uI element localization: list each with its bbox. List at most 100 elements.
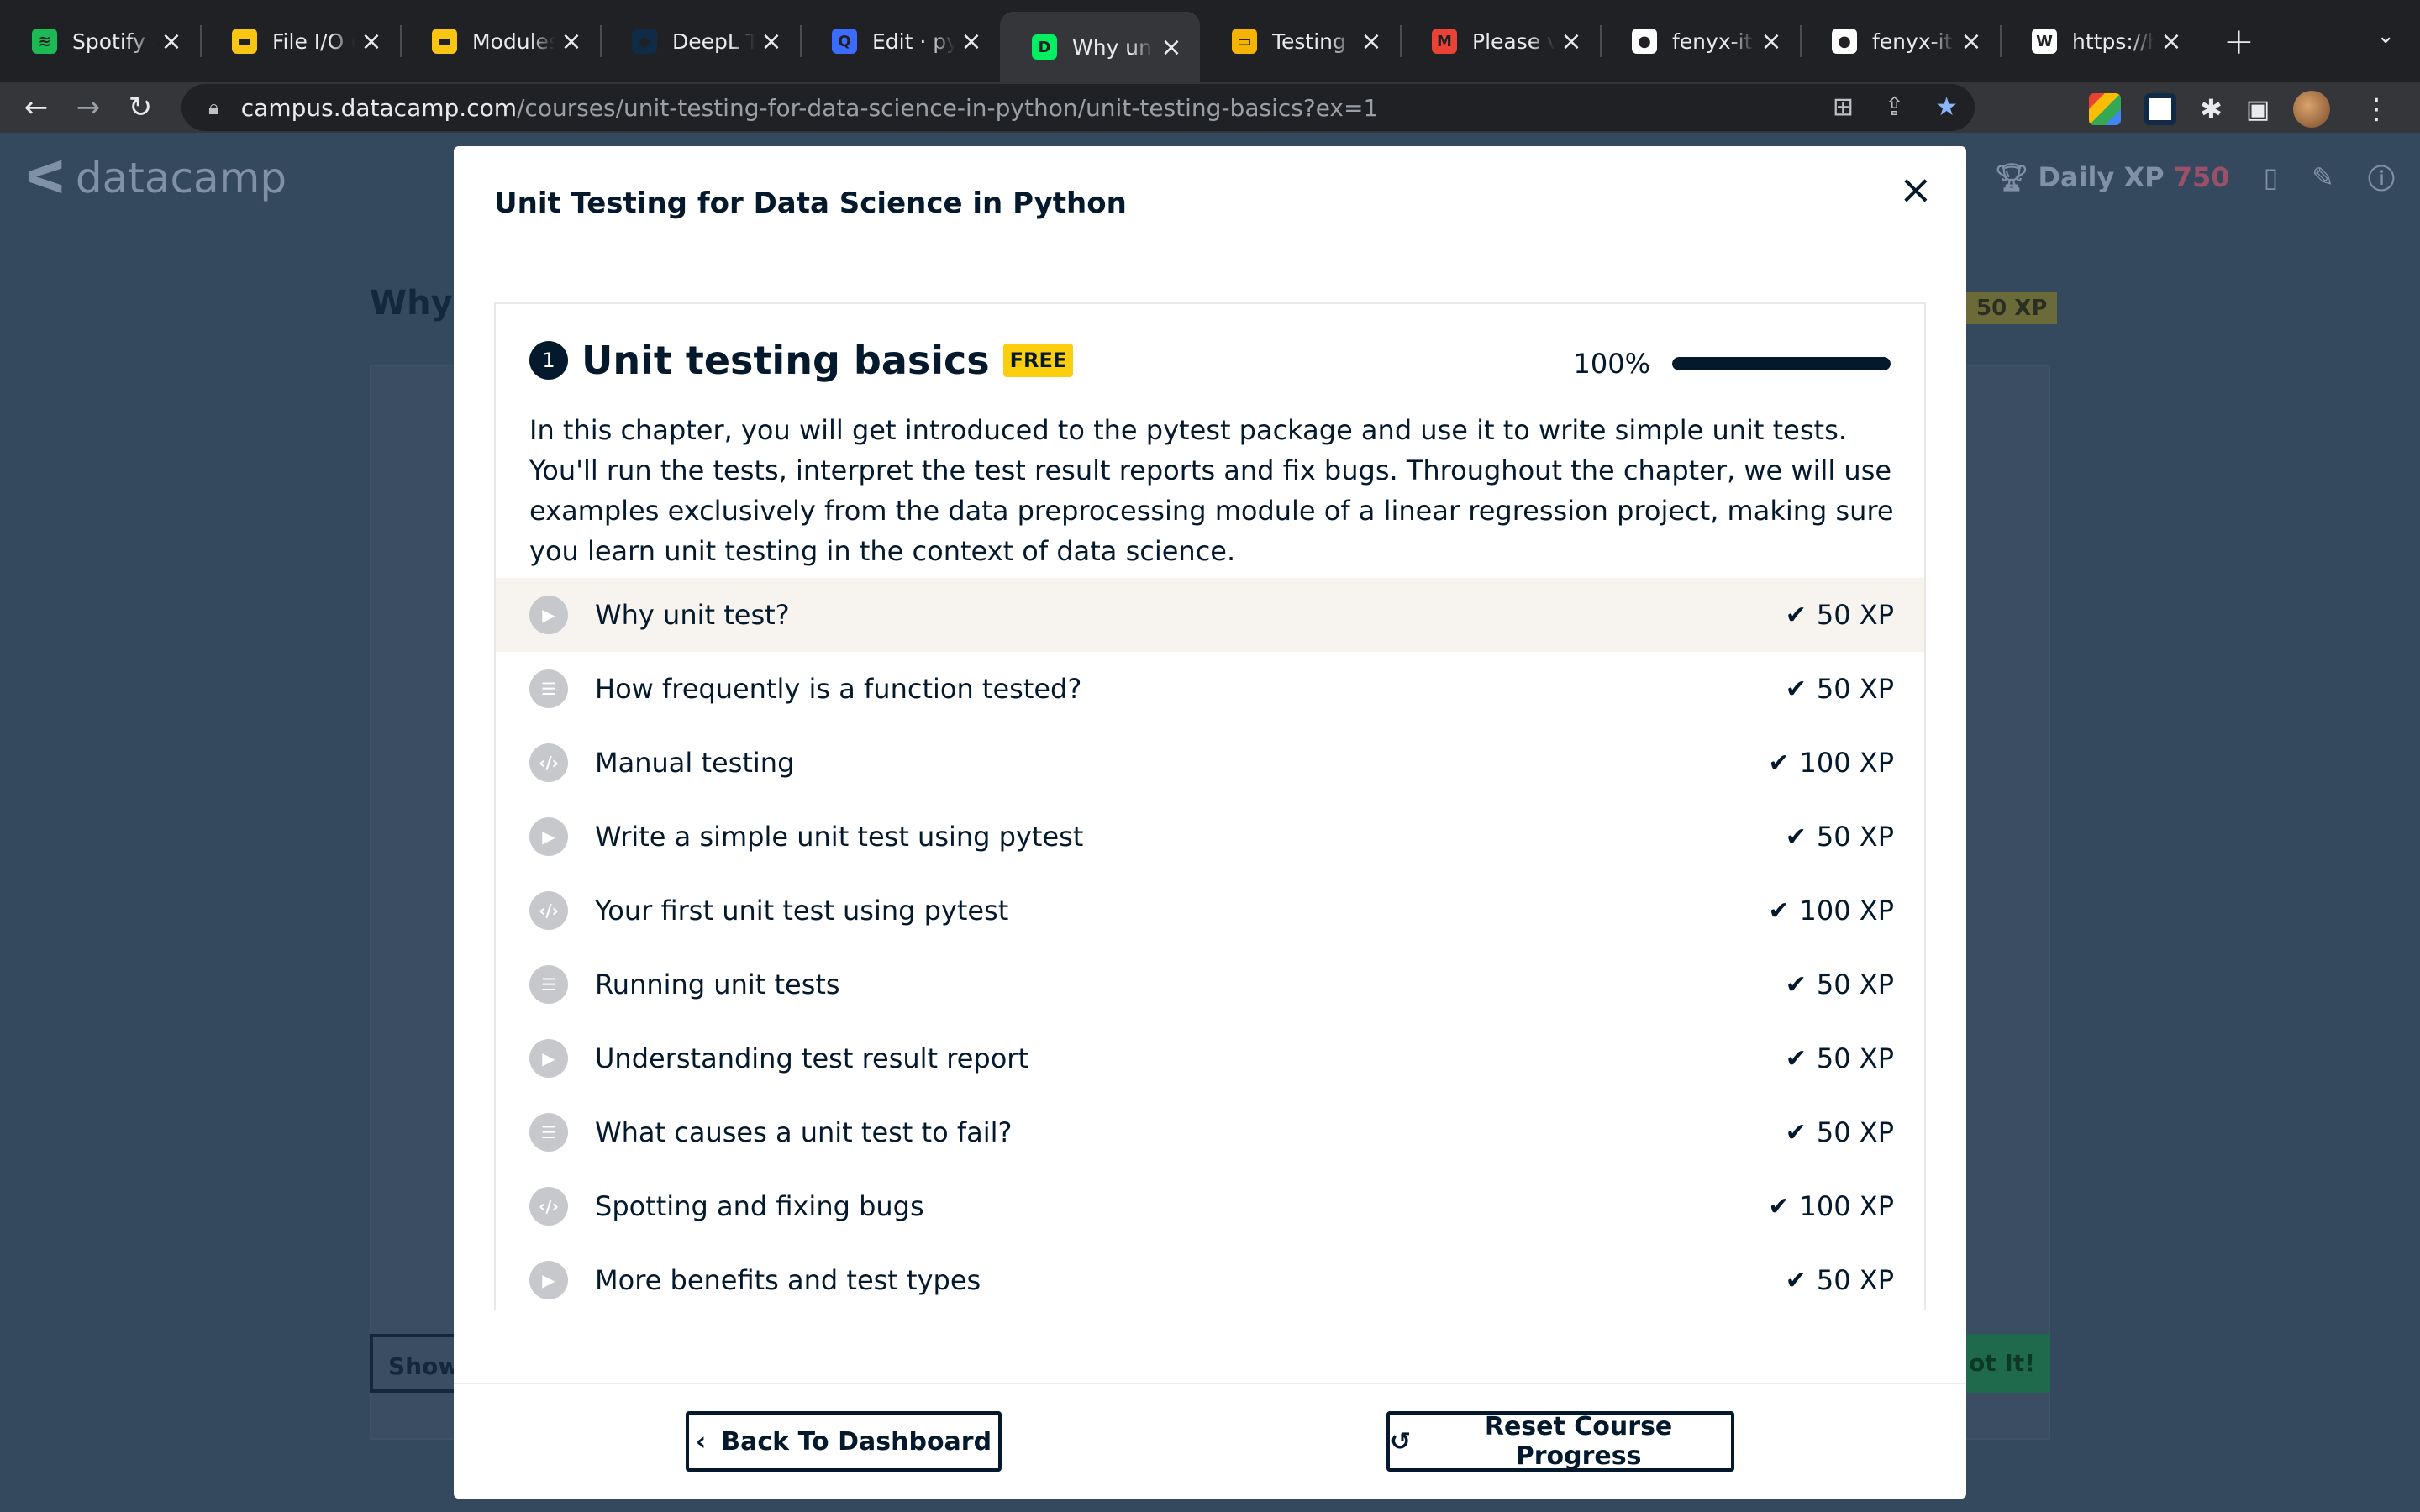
checkmark-icon: ✔ <box>1785 822 1807 852</box>
notes-icon[interactable]: ✎ <box>2312 161 2334 193</box>
progress-bar <box>1672 357 1891 370</box>
exercise-xp: ✔ 50 XP <box>1786 1042 1894 1074</box>
tab-close-icon[interactable]: × <box>1555 27 1588 56</box>
exercise-xp: ✔ 50 XP <box>1786 673 1894 705</box>
exercise-row[interactable]: ‹/› Manual testing ✔ 100 XP <box>496 726 1924 800</box>
code-icon: ‹/› <box>529 743 568 782</box>
exercise-title: Write a simple unit test using pytest <box>595 821 1084 853</box>
checkmark-icon: ✔ <box>1768 748 1790 778</box>
exercise-xp-value: 50 XP <box>1816 821 1894 853</box>
tab-close-icon[interactable]: × <box>1155 33 1188 62</box>
tab-favicon-icon: D <box>1032 34 1057 60</box>
address-bar[interactable]: 🔒︎ campus.datacamp.com/courses/unit-test… <box>182 84 1975 131</box>
checkmark-icon: ✔ <box>1785 600 1807 630</box>
exercise-title: How frequently is a function tested? <box>595 673 1082 705</box>
tab-favicon-icon: ≋ <box>32 29 57 54</box>
browser-tab[interactable]: D Why unit× <box>1000 12 1200 82</box>
browser-tab[interactable]: ● fenyx-it-a× <box>1800 0 2000 82</box>
exercise-row[interactable]: ‹/› Your first unit test using pytest ✔ 100… <box>496 874 1924 948</box>
profile-avatar[interactable] <box>2293 91 2331 128</box>
tab-title: fenyx-it-a <box>1872 29 1954 54</box>
tab-close-icon[interactable]: × <box>755 27 788 56</box>
deepl-extension-icon[interactable] <box>2144 93 2176 125</box>
browser-tab-strip: ≋Spotify – ×▬File I/O (In×▬Modules &×◆De… <box>0 0 2420 82</box>
back-arrow-icon[interactable]: ← <box>10 91 62 124</box>
tab-close-icon[interactable]: × <box>155 27 188 56</box>
browser-tab[interactable]: ◆ DeepL Tra× <box>600 0 800 82</box>
browser-tab[interactable]: Q Edit · pyth× <box>800 0 1000 82</box>
tab-close-icon[interactable]: × <box>1954 27 1988 56</box>
browser-tab[interactable]: ● fenyx-it-a× <box>1600 0 1800 82</box>
exercise-title: Understanding test result report <box>595 1042 1028 1074</box>
reload-icon[interactable]: ↻ <box>114 91 166 124</box>
browser-tab[interactable]: ▬ File I/O (In× <box>200 0 400 82</box>
chapter-title: Unit testing basics <box>581 338 990 383</box>
chrome-menu-icon[interactable]: ⋮ <box>2362 92 2391 126</box>
exercise-xp-value: 50 XP <box>1816 1264 1894 1296</box>
tab-title: Why unit <box>1072 34 1155 60</box>
tab-favicon-icon: ▭ <box>1232 29 1257 54</box>
header-actions: 🏆︎ Daily XP 750 ▯ ✎ ⓘ <box>1995 158 2395 197</box>
video-icon: ▶ <box>529 817 568 856</box>
checkmark-icon: ✔ <box>1785 1043 1807 1074</box>
exercise-xp-value: 50 XP <box>1816 673 1894 705</box>
video-icon: ▶ <box>529 596 568 634</box>
forward-arrow-icon[interactable]: → <box>62 91 114 124</box>
video-icon: ▶ <box>529 1039 568 1078</box>
exercise-row[interactable]: ▶ More benefits and test types ✔ 50 XP <box>496 1243 1924 1310</box>
browser-tab[interactable]: ≋ Spotify – × <box>0 0 200 82</box>
exercise-row[interactable]: ☰ What causes a unit test to fail? ✔ 50 XP <box>496 1095 1924 1169</box>
extensions-puzzle-icon[interactable]: ✱ <box>2200 93 2223 125</box>
tab-close-icon[interactable]: × <box>2154 27 2188 56</box>
tab-search-chevron-icon[interactable]: ⌄ <box>2376 24 2395 49</box>
tab-title: Please ve <box>1472 29 1555 54</box>
info-icon[interactable]: ⓘ <box>2368 158 2395 197</box>
exercise-row[interactable]: ‹/› Spotting and fixing bugs ✔ 100 XP <box>496 1169 1924 1243</box>
exercise-list: ▶ Why unit test? ✔ 50 XP ☰ How frequently is … <box>496 578 1924 1310</box>
back-to-dashboard-button[interactable]: ‹ Back To Dashboard <box>686 1411 1002 1472</box>
exercise-row[interactable]: ☰ Running unit tests ✔ 50 XP <box>496 948 1924 1021</box>
exercise-title: Your first unit test using pytest <box>595 895 1009 927</box>
code-icon: ‹/› <box>529 891 568 930</box>
browser-tab[interactable]: Whttps://ha× <box>2000 0 2200 82</box>
exercise-xp: ✔ 100 XP <box>1768 895 1894 927</box>
side-panel-icon[interactable]: ▣ <box>2246 95 2270 124</box>
reset-course-progress-button[interactable]: ↺ Reset Course Progress <box>1386 1411 1734 1472</box>
bookmark-star-icon[interactable]: ★ <box>1935 92 1958 122</box>
tab-close-icon[interactable]: × <box>1355 27 1388 56</box>
url-path: /courses/unit-testing-for-data-science-i… <box>517 93 1379 122</box>
exercise-row[interactable]: ▶ Why unit test? ✔ 50 XP <box>496 578 1924 652</box>
multiple-choice-icon: ☰ <box>529 965 568 1004</box>
tab-close-icon[interactable]: × <box>555 27 588 56</box>
slides-icon[interactable]: ▯ <box>2264 161 2279 193</box>
tab-close-icon[interactable]: × <box>355 27 388 56</box>
exercise-title: More benefits and test types <box>595 1264 981 1296</box>
translate-icon[interactable]: ⊞ <box>1833 92 1854 122</box>
checkmark-icon: ✔ <box>1768 895 1790 926</box>
exercise-row[interactable]: ▶ Write a simple unit test using pytest ✔ 5… <box>496 800 1924 874</box>
share-icon[interactable]: ⇪ <box>1884 92 1905 122</box>
checkmark-icon: ✔ <box>1768 1191 1790 1221</box>
tab-close-icon[interactable]: × <box>955 27 988 56</box>
exercise-xp-value: 100 XP <box>1799 895 1894 927</box>
exercise-xp: ✔ 50 XP <box>1786 1264 1894 1296</box>
browser-tab[interactable]: M Please ve× <box>1400 0 1600 82</box>
browser-tab[interactable]: ▭ Testing - × <box>1200 0 1400 82</box>
tab-close-icon[interactable]: × <box>1754 27 1788 56</box>
code-icon: ‹/› <box>529 1187 568 1226</box>
datacamp-logo[interactable]: ᐸ datacamp <box>25 151 287 204</box>
close-icon[interactable]: × <box>1899 170 1933 210</box>
checkmark-icon: ✔ <box>1785 969 1807 1000</box>
lock-icon[interactable]: 🔒︎ <box>208 96 219 119</box>
trophy-icon: 🏆︎ <box>1994 161 2029 193</box>
exercise-row[interactable]: ☰ How frequently is a function tested? ✔ 50… <box>496 652 1924 726</box>
multiple-choice-icon: ☰ <box>529 1113 568 1152</box>
datacamp-logo-icon: ᐸ <box>25 151 66 204</box>
extension-icon[interactable] <box>2089 93 2121 125</box>
exercise-row[interactable]: ▶ Understanding test result report ✔ 50 XP <box>496 1021 1924 1095</box>
exercise-xp: ✔ 50 XP <box>1786 599 1894 631</box>
tab-favicon-icon: M <box>1432 29 1457 54</box>
tab-title: https://ha <box>2072 29 2154 54</box>
browser-tab[interactable]: ▬ Modules &× <box>400 0 600 82</box>
new-tab-button[interactable]: + <box>2223 20 2254 63</box>
